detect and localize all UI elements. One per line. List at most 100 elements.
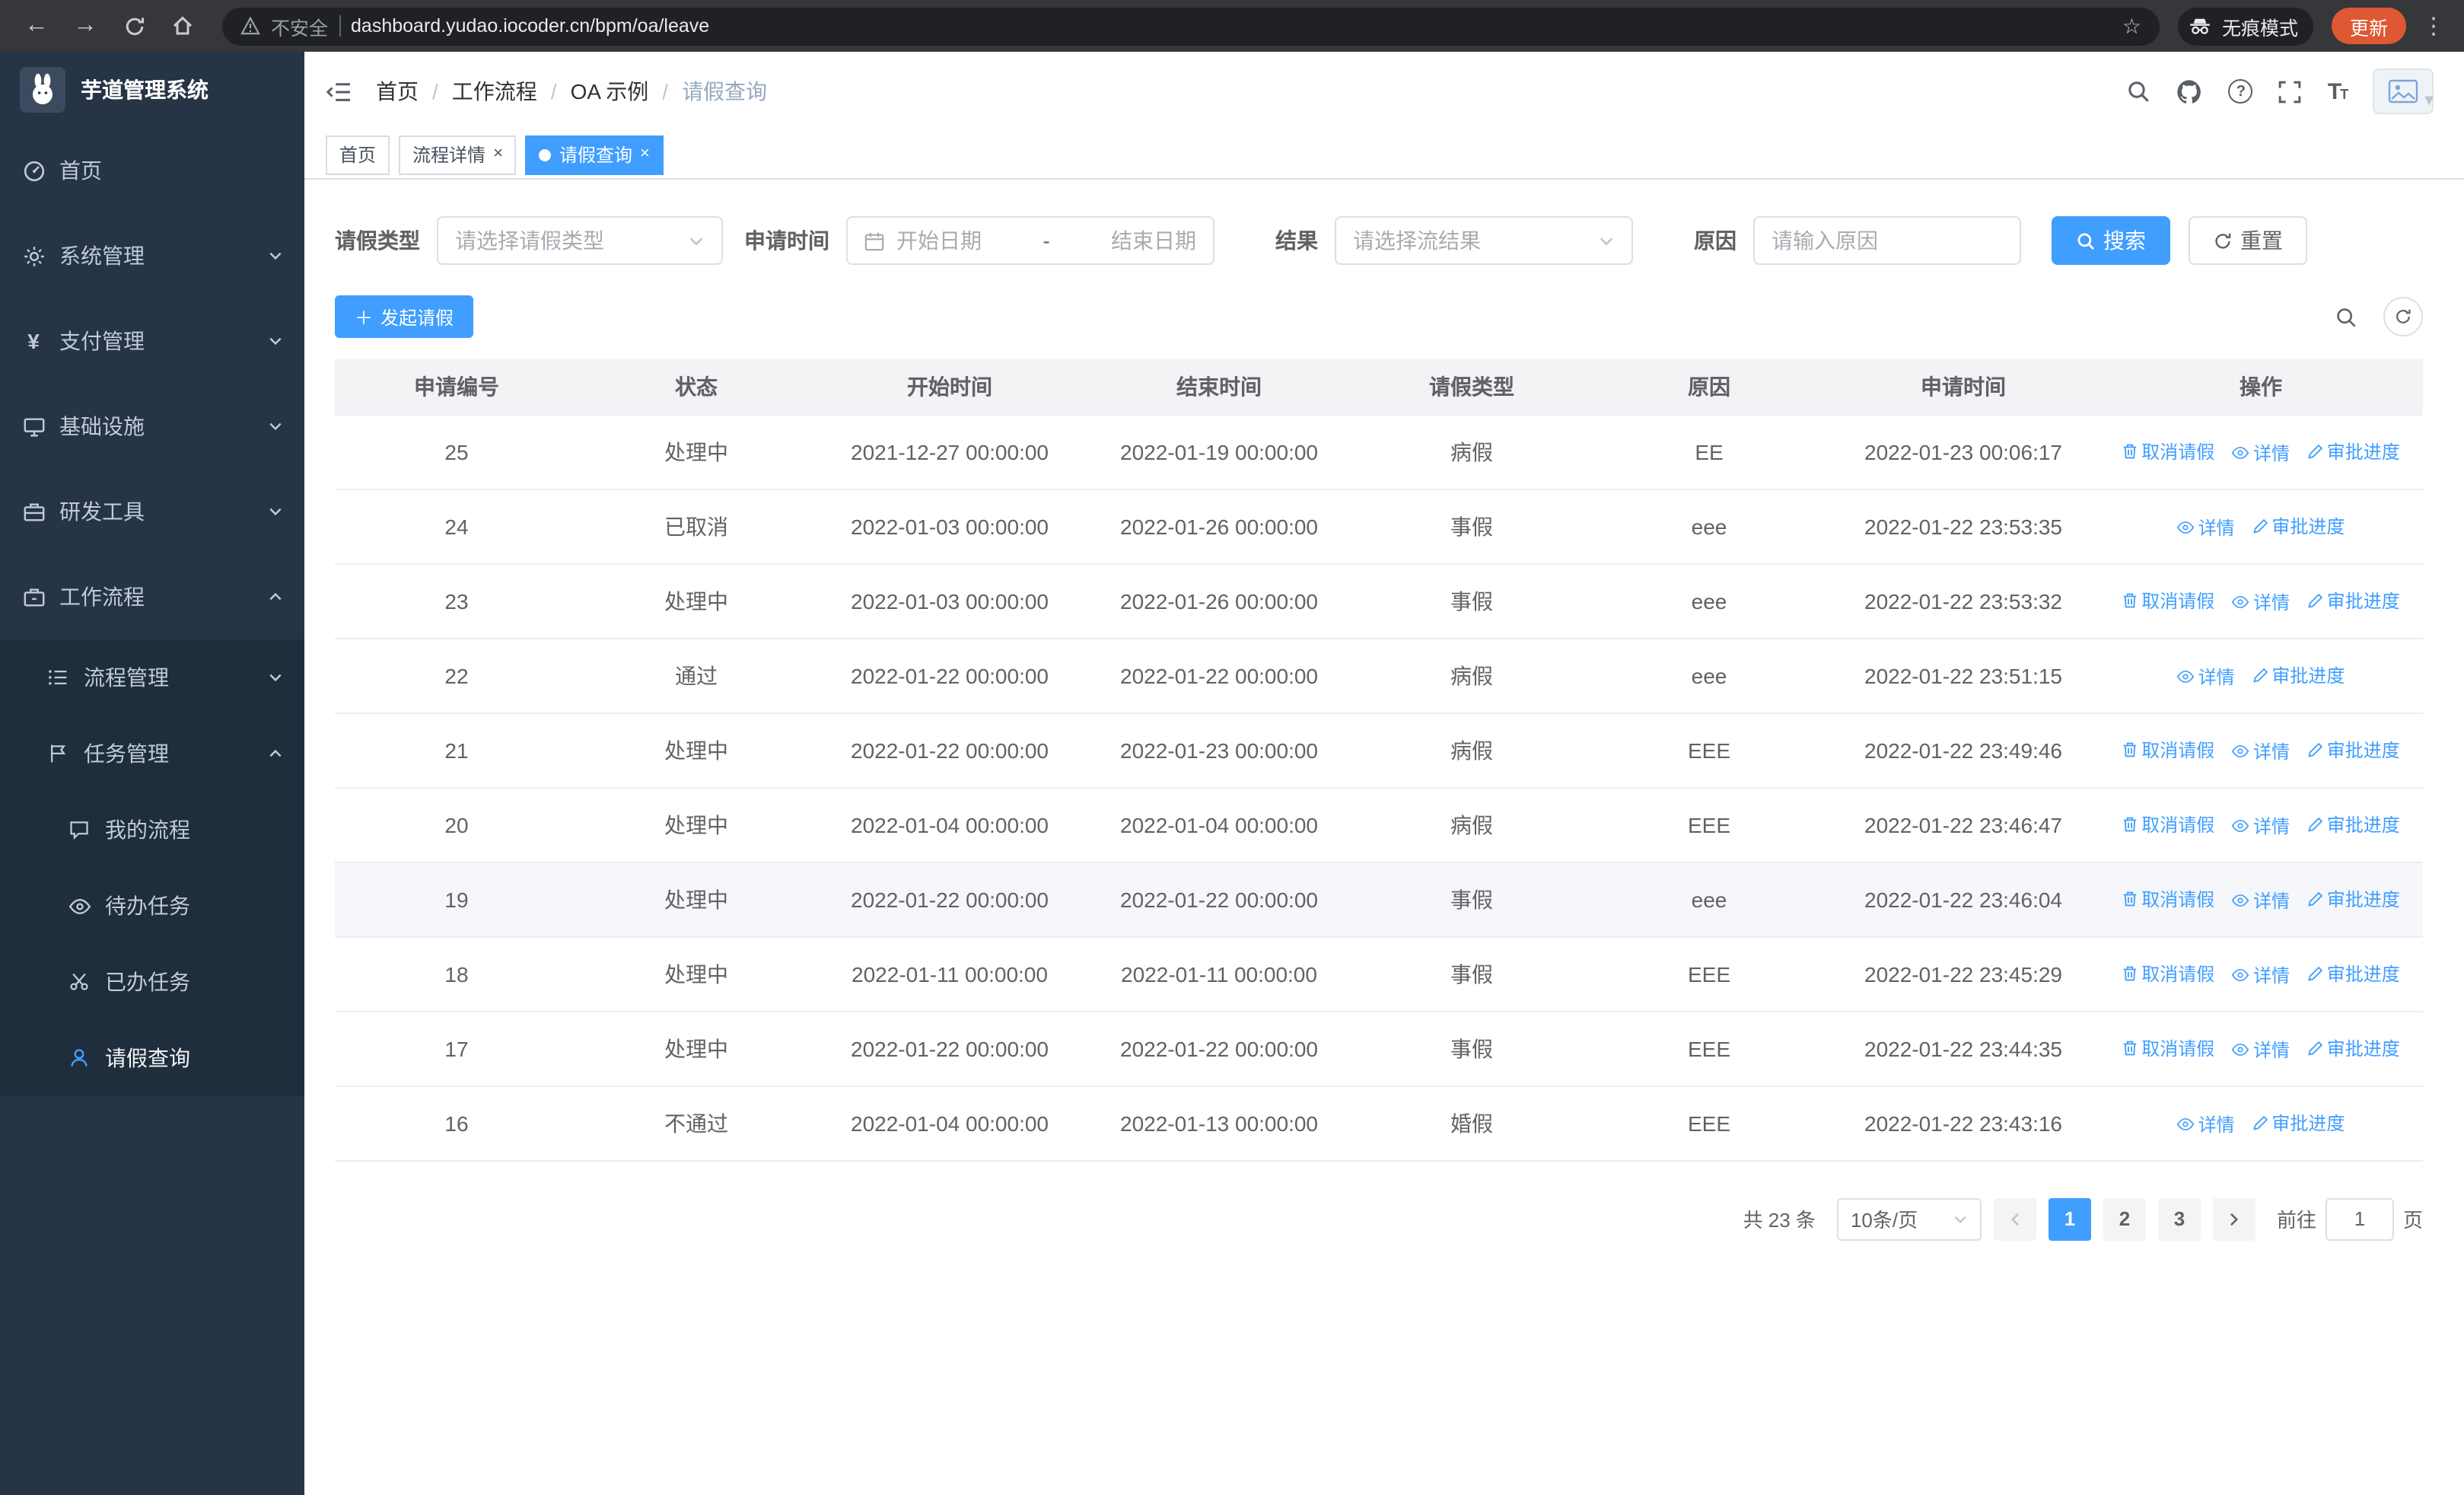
cell-status: 处理中 (578, 414, 814, 489)
cancel-leave-label: 取消请假 (2141, 441, 2215, 462)
sidebar-item-leave-query[interactable]: 请假查询 (0, 1020, 304, 1096)
user-icon (67, 1047, 91, 1069)
sidebar-item-label: 研发工具 (59, 499, 145, 524)
details-link[interactable]: 详情 (2232, 738, 2290, 763)
close-icon[interactable]: × (493, 145, 503, 163)
cancel-leave-link[interactable]: 取消请假 (2122, 736, 2214, 762)
result-select[interactable]: 请选择流结果 (1335, 216, 1633, 265)
cancel-leave-link[interactable]: 取消请假 (2122, 885, 2214, 911)
font-size-icon[interactable]: TT (2328, 78, 2348, 104)
leave-type-placeholder: 请选择请假类型 (455, 228, 604, 253)
tab-process-detail[interactable]: 流程详情 × (399, 135, 517, 174)
cell-end-time: 2022-01-13 00:00:00 (1085, 1085, 1353, 1161)
cell-apply-time: 2022-01-22 23:49:46 (1828, 712, 2099, 788)
cell-leave-type: 事假 (1353, 489, 1590, 564)
incognito-label: 无痕模式 (2221, 18, 2298, 39)
goto-page-input[interactable] (2325, 1197, 2394, 1240)
back-icon[interactable]: ← (15, 5, 58, 47)
cell-operations: 取消请假 详情 审批进度 (2099, 414, 2423, 489)
cancel-leave-link[interactable]: 取消请假 (2122, 438, 2214, 464)
sidebar-item-home[interactable]: 首页 (0, 128, 304, 213)
leave-type-select[interactable]: 请选择请假类型 (437, 216, 723, 265)
chat-icon (67, 819, 91, 840)
trash-icon (2122, 591, 2138, 608)
page-size-select[interactable]: 10条/页 (1836, 1197, 1982, 1240)
refresh-table-icon[interactable] (2383, 297, 2423, 336)
create-leave-button[interactable]: ＋ 发起请假 (335, 295, 474, 338)
col-header-start: 开始时间 (814, 359, 1085, 415)
cancel-leave-link[interactable]: 取消请假 (2122, 587, 2214, 613)
page-button-2[interactable]: 2 (2103, 1197, 2146, 1240)
github-icon[interactable] (2177, 78, 2203, 104)
url-bar[interactable]: 不安全 dashboard.yudao.iocoder.cn/bpm/oa/le… (222, 7, 2160, 45)
details-link[interactable]: 详情 (2232, 588, 2290, 614)
fullscreen-icon[interactable] (2279, 80, 2302, 103)
tab-home[interactable]: 首页 (326, 135, 390, 174)
help-icon[interactable]: ? (2228, 79, 2253, 104)
cancel-leave-link[interactable]: 取消请假 (2122, 811, 2214, 837)
page-button-1[interactable]: 1 (2048, 1197, 2091, 1240)
sidebar-item-task-mgmt[interactable]: 任务管理 (0, 716, 304, 792)
breadcrumb-oa-example[interactable]: OA 示例 (571, 76, 649, 107)
details-link[interactable]: 详情 (2177, 1111, 2235, 1136)
chevron-down-icon (268, 419, 283, 434)
sidebar-item-payment[interactable]: ¥ 支付管理 (0, 298, 304, 384)
cancel-leave-label: 取消请假 (2141, 814, 2215, 835)
details-link[interactable]: 详情 (2232, 961, 2290, 987)
details-link[interactable]: 详情 (2177, 514, 2235, 540)
browser-menu-icon[interactable]: ⋮ (2418, 12, 2449, 40)
breadcrumb-home[interactable]: 首页 (376, 76, 419, 107)
page-button-3[interactable]: 3 (2157, 1197, 2201, 1240)
sidebar-item-done-tasks[interactable]: 已办任务 (0, 944, 304, 1020)
cell-operations: 取消请假 详情 审批进度 (2099, 862, 2423, 937)
audit-progress-label: 审批进度 (2326, 963, 2400, 984)
details-link[interactable]: 详情 (2232, 1036, 2290, 1062)
audit-progress-link[interactable]: 审批进度 (2252, 1109, 2345, 1135)
sidebar-item-my-process[interactable]: 我的流程 (0, 792, 304, 868)
app-logo-row[interactable]: 芋道管理系统 (0, 52, 304, 128)
prev-page-button[interactable] (1993, 1197, 2036, 1240)
sidebar-item-infrastructure[interactable]: 基础设施 (0, 384, 304, 469)
sidebar-collapse-icon[interactable] (326, 80, 352, 103)
close-icon[interactable]: × (640, 145, 650, 163)
breadcrumb-workflow[interactable]: 工作流程 (452, 76, 537, 107)
forward-icon[interactable]: → (64, 5, 107, 47)
audit-progress-link[interactable]: 审批进度 (2307, 587, 2400, 613)
search-icon[interactable] (2127, 79, 2151, 104)
browser-update-button[interactable]: 更新 (2331, 8, 2406, 44)
cancel-leave-link[interactable]: 取消请假 (2122, 1034, 2214, 1060)
user-menu-caret-icon[interactable]: ▼ (2421, 93, 2437, 114)
bookmark-star-icon[interactable]: ☆ (2122, 13, 2141, 39)
sidebar-item-workflow[interactable]: 工作流程 (0, 554, 304, 639)
sidebar-item-devtools[interactable]: 研发工具 (0, 469, 304, 554)
page-size-value: 10条/页 (1850, 1209, 1918, 1232)
toggle-search-icon[interactable] (2326, 297, 2365, 336)
reload-icon[interactable] (113, 5, 155, 47)
apply-time-range-picker[interactable]: 开始日期 - 结束日期 (846, 216, 1214, 265)
audit-progress-link[interactable]: 审批进度 (2307, 736, 2400, 762)
audit-progress-link[interactable]: 审批进度 (2252, 512, 2345, 538)
sidebar-item-todo-tasks[interactable]: 待办任务 (0, 868, 304, 944)
audit-progress-link[interactable]: 审批进度 (2252, 661, 2345, 687)
details-link[interactable]: 详情 (2232, 439, 2290, 465)
cell-id: 16 (335, 1085, 578, 1161)
sidebar-item-system[interactable]: 系统管理 (0, 213, 304, 298)
audit-progress-link[interactable]: 审批进度 (2307, 885, 2400, 911)
home-icon[interactable] (161, 5, 204, 47)
audit-progress-link[interactable]: 审批进度 (2307, 811, 2400, 837)
audit-progress-link[interactable]: 审批进度 (2307, 1034, 2400, 1060)
url-text[interactable]: dashboard.yudao.iocoder.cn/bpm/oa/leave (351, 15, 2112, 37)
cancel-leave-link[interactable]: 取消请假 (2122, 960, 2214, 986)
details-label: 详情 (2252, 591, 2290, 613)
reason-input[interactable] (1772, 228, 2003, 253)
next-page-button[interactable] (2212, 1197, 2255, 1240)
audit-progress-link[interactable]: 审批进度 (2307, 438, 2400, 464)
sidebar-item-process-mgmt[interactable]: 流程管理 (0, 639, 304, 716)
details-link[interactable]: 详情 (2232, 887, 2290, 913)
tab-leave-query[interactable]: 请假查询 × (525, 135, 664, 174)
details-link[interactable]: 详情 (2232, 812, 2290, 838)
details-link[interactable]: 详情 (2177, 663, 2235, 689)
audit-progress-link[interactable]: 审批进度 (2307, 960, 2400, 986)
search-button[interactable]: 搜索 (2052, 216, 2170, 265)
reset-button[interactable]: 重置 (2189, 216, 2307, 265)
